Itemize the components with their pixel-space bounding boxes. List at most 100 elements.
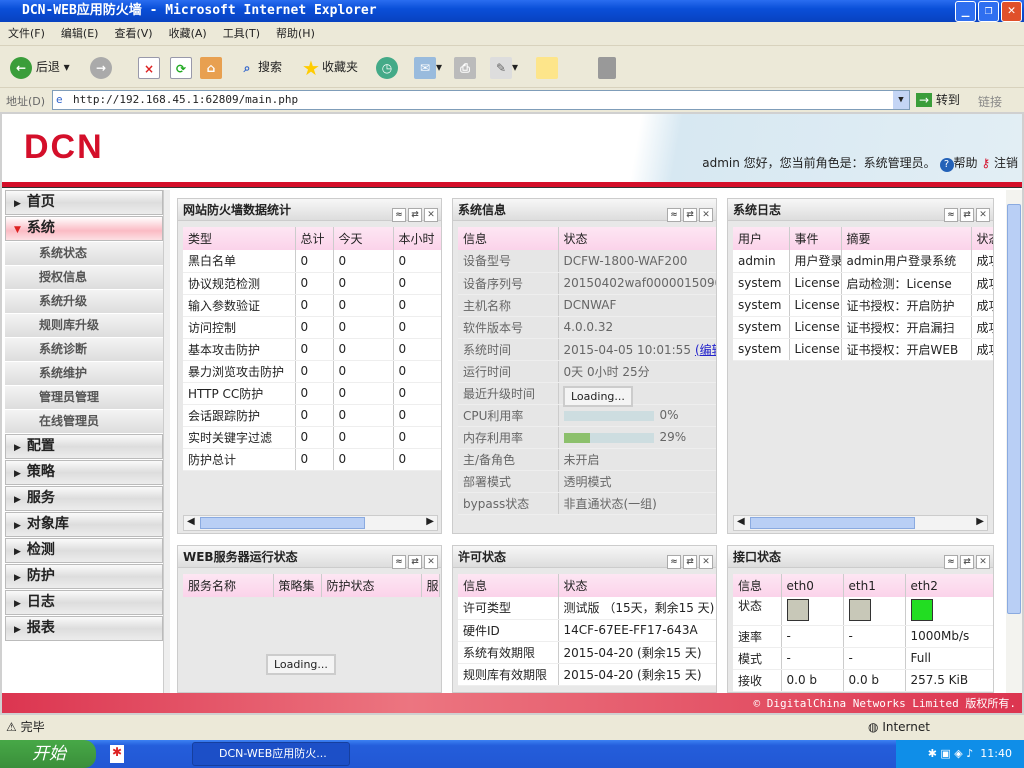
print-button[interactable]: ⎙ [454,54,476,80]
nav-home[interactable]: ▶ 首页 [5,190,163,215]
table-cell: 未开启 [558,448,716,471]
nav-item[interactable]: ▶ 配置 [5,434,163,459]
column-header[interactable]: 摘要 [841,227,972,250]
column-header[interactable]: 事件 [789,227,842,250]
close-icon[interactable]: ✕ [424,208,438,222]
address-dropdown-icon[interactable]: ▼ [893,91,909,109]
scroll-thumb[interactable] [200,517,365,529]
scroll-thumb[interactable] [750,517,915,529]
notes-button[interactable] [536,54,558,80]
nav-sub-item[interactable]: 在线管理员 [5,410,163,433]
column-header[interactable]: 策略集 [273,574,322,597]
go-button[interactable]: → 转到 [916,91,960,108]
close-icon[interactable]: ✕ [699,208,713,222]
column-header[interactable]: 状态 [971,227,993,250]
nav-item[interactable]: ▶ 日志 [5,590,163,615]
mail-button[interactable]: ✉ ▾ [414,54,442,80]
refresh-icon[interactable]: ⇄ [408,208,422,222]
menu-tools[interactable]: 工具(T) [215,22,268,46]
vertical-scrollbar[interactable] [1006,190,1022,693]
close-icon[interactable]: ✕ [976,208,990,222]
collapse-icon[interactable]: ≈ [392,555,406,569]
menu-help[interactable]: 帮助(H) [268,22,323,46]
table-cell: 0 [295,382,334,405]
close-icon[interactable]: ✕ [424,555,438,569]
column-header[interactable]: 防护状态 [321,574,422,597]
collapse-icon[interactable]: ≈ [392,208,406,222]
column-header[interactable]: 用户 [733,227,790,250]
column-header[interactable]: 总计 [295,227,334,250]
collapse-icon[interactable]: ≈ [944,208,958,222]
column-header[interactable]: 状态 [558,227,716,250]
close-icon[interactable]: ✕ [699,555,713,569]
refresh-button[interactable]: ⟳ [170,54,192,80]
refresh-icon[interactable]: ⇄ [408,555,422,569]
column-header[interactable]: 本小时 [393,227,441,250]
menu-favorites[interactable]: 收藏(A) [161,22,215,46]
nav-sub-item[interactable]: 系统状态 [5,242,163,265]
nav-item[interactable]: ▶ 策略 [5,460,163,485]
column-header[interactable]: 类型 [183,227,296,250]
nav-item[interactable]: ▶ 服务 [5,486,163,511]
collapse-icon[interactable]: ≈ [667,208,681,222]
quicklaunch-icon[interactable]: ✱ [110,745,124,763]
stop-button[interactable]: × [138,54,160,80]
search-button[interactable]: ⌕ 搜索 [236,54,282,80]
column-header[interactable]: 信息 [458,574,559,597]
messenger-button[interactable] [598,54,616,80]
collapse-icon[interactable]: ≈ [667,555,681,569]
nav-item[interactable]: ▶ 检测 [5,538,163,563]
nav-sub-item[interactable]: 系统升级 [5,290,163,313]
nav-sub-item[interactable]: 系统维护 [5,362,163,385]
home-button[interactable]: ⌂ [200,54,222,80]
tray-icons[interactable]: ✱ ▣ ◈ ♪ [928,747,974,760]
nav-system[interactable]: ▼ 系统 [5,216,163,241]
column-header[interactable]: eth1 [843,574,906,597]
forward-button[interactable]: → [90,54,112,80]
maximize-button[interactable]: ❐ [978,1,999,22]
column-header[interactable]: eth2 [905,574,993,597]
close-button[interactable]: ✕ [1001,1,1022,22]
horizontal-scrollbar[interactable]: ◀ ▶ [733,515,988,531]
refresh-icon[interactable]: ⇄ [960,208,974,222]
panel-header: 系统信息 ≈ ⇄ ✕ [453,199,716,222]
nav-item[interactable]: ▶ 报表 [5,616,163,641]
taskbar-ie-window[interactable]: DCN-WEB应用防火... [192,742,350,766]
table-cell: 主机名称 [458,294,559,317]
address-input[interactable]: e http://192.168.45.1:62809/main.php ▼ [52,90,910,110]
nav-sub-item[interactable]: 规则库升级 [5,314,163,337]
horizontal-scrollbar[interactable]: ◀ ▶ [183,515,438,531]
refresh-icon[interactable]: ⇄ [683,555,697,569]
nav-sub-item[interactable]: 管理员管理 [5,386,163,409]
favorites-button[interactable]: ★ 收藏夹 [300,54,358,80]
help-link[interactable]: ? 帮助 [939,156,978,172]
edit-button[interactable]: ✎ ▾ [490,54,518,80]
column-header[interactable]: 今天 [333,227,394,250]
minimize-button[interactable]: _ [955,1,976,22]
sidebar-splitter[interactable] [163,190,170,693]
links-label[interactable]: 链接 [978,93,1002,110]
column-header[interactable]: 服务 [421,574,440,597]
close-icon[interactable]: ✕ [976,555,990,569]
nav-item[interactable]: ▶ 防护 [5,564,163,589]
refresh-icon[interactable]: ⇄ [683,208,697,222]
column-header[interactable]: 信息 [733,574,782,597]
start-button[interactable]: 开始 [0,740,96,768]
nav-sub-item[interactable]: 系统诊断 [5,338,163,361]
logout-link[interactable]: ⚷ 注销 [981,156,1018,170]
menu-file[interactable]: 文件(F) [0,22,53,46]
nav-item[interactable]: ▶ 对象库 [5,512,163,537]
back-button[interactable]: ← 后退 ▾ [10,54,70,80]
column-header[interactable]: 状态 [558,574,716,597]
menu-view[interactable]: 查看(V) [106,22,160,46]
menu-edit[interactable]: 编辑(E) [53,22,107,46]
column-header[interactable]: 服务名称 [183,574,274,597]
history-button[interactable]: ◷ [376,54,398,80]
column-header[interactable]: eth0 [781,574,844,597]
collapse-icon[interactable]: ≈ [944,555,958,569]
scroll-thumb[interactable] [1007,204,1021,614]
refresh-icon[interactable]: ⇄ [960,555,974,569]
nav-sub-item[interactable]: 授权信息 [5,266,163,289]
edit-time-link[interactable]: (编辑 [695,343,716,357]
column-header[interactable]: 信息 [458,227,559,250]
